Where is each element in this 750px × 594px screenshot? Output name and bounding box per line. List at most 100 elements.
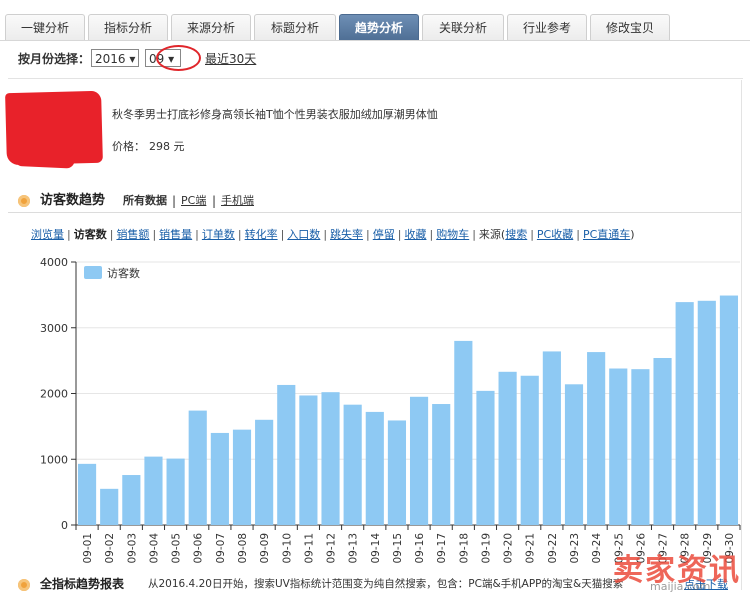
separator: | xyxy=(472,228,476,241)
x-tick-label: 09-13 xyxy=(348,533,360,564)
redacted-product-image xyxy=(5,90,103,166)
tab-source-analysis[interactable]: 来源分析 xyxy=(171,14,251,40)
tab-edit-item[interactable]: 修改宝贝 xyxy=(590,14,670,40)
segment-mobile[interactable]: 手机端 xyxy=(221,190,254,212)
metric-link[interactable]: 购物车 xyxy=(436,228,469,241)
source-link[interactable]: PC收藏 xyxy=(537,228,573,241)
bar[interactable] xyxy=(432,404,451,525)
product-title: 秋冬季男士打底衫修身高领长袖T恤个性男装衣服加绒加厚潮男体恤 xyxy=(112,108,438,121)
metric-link[interactable]: 入口数 xyxy=(287,228,320,241)
separator: | xyxy=(397,228,402,241)
metric-link[interactable]: 转化率 xyxy=(245,228,278,241)
x-tick-label: 09-20 xyxy=(503,533,515,564)
price-value: 298 元 xyxy=(149,140,185,153)
bar[interactable] xyxy=(631,369,650,525)
separator: | xyxy=(576,228,580,241)
bar[interactable] xyxy=(100,488,119,525)
bar[interactable] xyxy=(653,357,672,525)
bar[interactable] xyxy=(277,384,296,525)
bar[interactable] xyxy=(675,302,694,525)
x-tick-label: 09-03 xyxy=(126,533,138,564)
bar[interactable] xyxy=(255,419,274,525)
bar[interactable] xyxy=(587,352,606,525)
x-tick-label: 09-12 xyxy=(326,533,338,564)
bar[interactable] xyxy=(77,463,97,525)
bar[interactable] xyxy=(520,375,539,525)
tab-trend-analysis[interactable]: 趋势分析 xyxy=(339,14,419,40)
tab-one-click-analysis[interactable]: 一键分析 xyxy=(5,14,85,40)
separator: | xyxy=(67,228,71,241)
y-tick-label: 3000 xyxy=(40,322,68,335)
tab-metric-analysis[interactable]: 指标分析 xyxy=(88,14,168,40)
y-tick-label: 0 xyxy=(61,519,68,532)
x-tick-label: 09-23 xyxy=(569,533,581,564)
separator: | xyxy=(212,194,217,208)
bar[interactable] xyxy=(564,384,584,525)
bar[interactable] xyxy=(210,432,229,525)
metric-link[interactable]: 跳失率 xyxy=(330,228,363,241)
y-tick-label: 4000 xyxy=(40,256,68,269)
x-tick-label: 09-14 xyxy=(370,533,382,564)
bar[interactable] xyxy=(454,340,473,525)
watermark-url: maijia.com xyxy=(650,580,711,593)
x-tick-label: 09-18 xyxy=(458,533,470,564)
separator: | xyxy=(323,228,328,241)
x-tick-label: 09-06 xyxy=(193,533,205,564)
tab-industry-reference[interactable]: 行业参考 xyxy=(507,14,587,40)
legend-swatch xyxy=(84,266,102,279)
bar[interactable] xyxy=(321,392,340,525)
x-tick-label: 09-17 xyxy=(436,533,448,564)
x-tick-label: 09-19 xyxy=(480,533,492,564)
recent-30-days-link[interactable]: 最近30天 xyxy=(205,48,256,70)
separator: | xyxy=(109,228,114,241)
metric-link[interactable]: 访客数 xyxy=(74,228,107,241)
product-price: 价格： 298 元 xyxy=(112,138,185,154)
segment-all-data[interactable]: 所有数据 xyxy=(123,190,167,212)
separator: | xyxy=(152,228,157,241)
metric-link[interactable]: 销售量 xyxy=(159,228,192,241)
segment-pc[interactable]: PC端 xyxy=(181,190,206,212)
bar[interactable] xyxy=(476,390,495,525)
report-note: 从2016.4.20日开始，搜索UV指标统计范围变为纯自然搜索，包含：PC端&手… xyxy=(148,578,624,590)
x-tick-label: 09-21 xyxy=(525,533,537,564)
bar[interactable] xyxy=(122,475,141,525)
bar[interactable] xyxy=(365,411,384,525)
bar[interactable] xyxy=(299,395,318,525)
bar[interactable] xyxy=(498,371,517,525)
bullet-icon xyxy=(18,579,30,591)
year-select[interactable]: 2016 ▾ xyxy=(91,49,139,67)
metric-link[interactable]: 订单数 xyxy=(202,228,235,241)
source-label-end: ) xyxy=(630,228,635,241)
source-link[interactable]: PC直通车 xyxy=(583,228,630,241)
bar[interactable] xyxy=(188,410,207,525)
x-tick-label: 09-09 xyxy=(259,533,271,564)
divider xyxy=(8,212,741,213)
bar[interactable] xyxy=(542,351,561,525)
year-select-value: 2016 xyxy=(95,52,126,66)
x-tick-label: 09-10 xyxy=(281,533,293,564)
bar[interactable] xyxy=(409,396,429,525)
separator: | xyxy=(429,228,434,241)
metric-link[interactable]: 销售额 xyxy=(116,228,149,241)
x-tick-label: 09-02 xyxy=(104,533,116,564)
x-tick-label: 09-16 xyxy=(414,533,426,564)
bar[interactable] xyxy=(697,300,716,525)
separator: | xyxy=(172,194,177,208)
tab-related-analysis[interactable]: 关联分析 xyxy=(422,14,504,40)
separator: | xyxy=(530,228,534,241)
x-tick-label: 09-24 xyxy=(591,533,603,564)
bar[interactable] xyxy=(166,458,185,525)
x-tick-label: 09-11 xyxy=(303,533,315,564)
bar[interactable] xyxy=(144,456,163,525)
bar[interactable] xyxy=(387,420,407,525)
legend-label: 访客数 xyxy=(107,266,140,280)
bar[interactable] xyxy=(343,404,362,525)
bar[interactable] xyxy=(232,429,252,525)
metric-link[interactable]: 浏览量 xyxy=(31,228,64,241)
bar[interactable] xyxy=(719,295,739,525)
metric-link[interactable]: 停留 xyxy=(373,228,395,241)
bar[interactable] xyxy=(609,368,628,525)
source-link[interactable]: 搜索 xyxy=(505,228,527,241)
tab-title-analysis[interactable]: 标题分析 xyxy=(254,14,336,40)
metric-link[interactable]: 收藏 xyxy=(404,228,426,241)
